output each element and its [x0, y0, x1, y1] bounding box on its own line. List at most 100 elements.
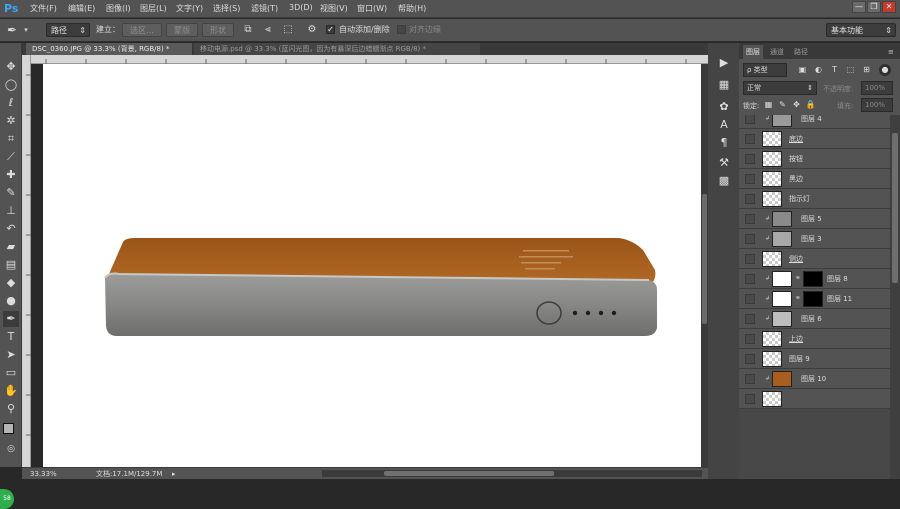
pen-icon[interactable]: ✒ — [6, 24, 18, 36]
path-operations-icon[interactable]: ⧉ — [242, 24, 254, 36]
menu-filter[interactable]: 滤镜(T) — [251, 3, 278, 14]
paragraph-icon[interactable]: ¶ — [716, 135, 732, 151]
gear-icon[interactable]: ⚙ — [306, 24, 318, 36]
opacity-field[interactable]: 100% — [861, 81, 893, 95]
pen-tool-icon[interactable]: ✒ — [3, 311, 19, 327]
visibility-toggle[interactable] — [745, 214, 755, 224]
layer-row[interactable]: 底边 — [739, 129, 890, 149]
type-tool-icon[interactable]: T — [3, 329, 19, 345]
menu-image[interactable]: 图像(I) — [106, 3, 131, 14]
visibility-toggle[interactable] — [745, 154, 755, 164]
layer-row[interactable]: 黑边 — [739, 169, 890, 189]
filter-toggle-icon[interactable]: ● — [879, 64, 891, 76]
rectangle-tool-icon[interactable]: ▭ — [3, 365, 19, 381]
move-tool-icon[interactable]: ✥ — [3, 59, 19, 75]
tab-layers[interactable]: 图层 — [743, 45, 763, 59]
path-arrangement-icon[interactable]: ⬚ — [282, 24, 294, 36]
layer-row[interactable]: ↲ ⚭ 图层 11 — [739, 289, 890, 309]
layer-row[interactable]: 侧边 — [739, 249, 890, 269]
fill-field[interactable]: 100% — [861, 98, 893, 112]
layer-name[interactable]: 按钮 — [789, 154, 803, 164]
document-canvas[interactable] — [43, 64, 701, 467]
blend-mode-select[interactable]: 正常 ⇕ — [743, 81, 817, 95]
menu-window[interactable]: 窗口(W) — [357, 3, 387, 14]
history-brush-tool-icon[interactable]: ↶ — [3, 221, 19, 237]
layer-row[interactable]: ↲ 图层 4 — [739, 115, 890, 129]
layer-row[interactable]: 上边 — [739, 329, 890, 349]
visibility-toggle[interactable] — [745, 234, 755, 244]
layer-row[interactable]: 按钮 — [739, 149, 890, 169]
align-edges-checkbox[interactable] — [397, 25, 406, 34]
visibility-toggle[interactable] — [745, 334, 755, 344]
hand-tool-icon[interactable]: ✋ — [3, 383, 19, 399]
brush-tool-icon[interactable]: ✎ — [3, 185, 19, 201]
shape-filter-icon[interactable]: ⬚ — [845, 64, 856, 75]
crop-tool-icon[interactable]: ⌗ — [3, 131, 19, 147]
layer-mask-thumbnail[interactable] — [803, 291, 823, 307]
panel-menu-icon[interactable]: ≡ — [885, 45, 897, 59]
layer-list-scrollbar[interactable] — [890, 115, 900, 479]
blur-tool-icon[interactable]: ◆ — [3, 275, 19, 291]
swatches-icon[interactable]: ▩ — [716, 173, 732, 189]
minimize-button[interactable]: — — [852, 1, 866, 13]
zoom-tool-icon[interactable]: ⚲ — [3, 401, 19, 417]
layer-name[interactable]: 上边 — [789, 334, 803, 344]
menu-3d[interactable]: 3D(D) — [289, 3, 313, 12]
selection-button[interactable]: 选区... — [122, 23, 162, 37]
layer-name[interactable]: 黑边 — [789, 174, 803, 184]
tool-presets-icon[interactable]: ⚒ — [716, 155, 732, 171]
visibility-toggle[interactable] — [745, 174, 755, 184]
layer-name[interactable]: 图层 8 — [827, 274, 848, 284]
horizontal-scrollbar[interactable] — [322, 470, 702, 477]
palette-icon[interactable]: ✿ — [716, 99, 732, 115]
lock-pixels-icon[interactable]: ✎ — [777, 99, 788, 110]
layer-row[interactable]: 指示灯 — [739, 189, 890, 209]
close-button[interactable]: ✕ — [882, 1, 896, 13]
visibility-toggle[interactable] — [745, 394, 755, 404]
history-icon[interactable]: ▦ — [716, 77, 732, 93]
layer-name[interactable]: 图层 3 — [801, 234, 822, 244]
layer-name[interactable]: 图层 5 — [801, 214, 822, 224]
foreground-color-swatch[interactable] — [3, 423, 14, 434]
layer-name[interactable]: 图层 11 — [827, 294, 852, 304]
menu-select[interactable]: 选择(S) — [213, 3, 240, 14]
tab-document-1[interactable]: DSC_0360.JPG @ 33.3% (背景, RGB/8) * — [26, 43, 192, 55]
adjustment-filter-icon[interactable]: ◐ — [813, 64, 824, 75]
layer-filter-select[interactable]: ρ 类型 — [743, 63, 787, 77]
layer-name[interactable]: 侧边 — [789, 254, 803, 264]
chevron-down-icon[interactable]: ▾ — [20, 24, 32, 36]
visibility-toggle[interactable] — [745, 134, 755, 144]
dodge-tool-icon[interactable]: ● — [3, 293, 19, 309]
layer-row[interactable]: 图层 9 — [739, 349, 890, 369]
zoom-level[interactable]: 33.33% — [30, 469, 57, 479]
layer-row[interactable]: ↲ 图层 6 — [739, 309, 890, 329]
visibility-toggle[interactable] — [745, 294, 755, 304]
quick-mask-icon[interactable]: ◎ — [3, 441, 19, 457]
menu-type[interactable]: 文字(Y) — [176, 3, 203, 14]
gradient-tool-icon[interactable]: ▤ — [3, 257, 19, 273]
visibility-toggle[interactable] — [745, 274, 755, 284]
workspace-select[interactable]: 基本功能 ⇕ — [826, 23, 896, 37]
layer-name[interactable]: 图层 9 — [789, 354, 810, 364]
tab-document-2[interactable]: 移动电源.psd @ 33.3% (蓝闪光图，因为有暴深后边蜡蠕渐点 RGB/8… — [194, 43, 480, 55]
scroll-thumb[interactable] — [384, 471, 554, 476]
mask-button[interactable]: 蒙版 — [166, 23, 198, 37]
path-alignment-icon[interactable]: ⫷ — [262, 24, 274, 36]
tab-paths[interactable]: 路径 — [791, 45, 811, 59]
scroll-thumb[interactable] — [702, 194, 707, 324]
menu-edit[interactable]: 编辑(E) — [68, 3, 95, 14]
visibility-toggle[interactable] — [745, 194, 755, 204]
layer-row[interactable]: ↲ ⚭ 图层 8 — [739, 269, 890, 289]
layer-row[interactable] — [739, 389, 890, 409]
menu-help[interactable]: 帮助(H) — [398, 3, 426, 14]
visibility-toggle[interactable] — [745, 354, 755, 364]
layer-row[interactable]: ↲ 图层 5 — [739, 209, 890, 229]
play-icon[interactable]: ▶ — [716, 55, 732, 71]
layer-name[interactable]: 底边 — [789, 134, 803, 144]
status-menu-arrow-icon[interactable]: ▸ — [172, 469, 176, 479]
visibility-toggle[interactable] — [745, 314, 755, 324]
layer-name[interactable]: 图层 4 — [801, 115, 822, 124]
smart-object-filter-icon[interactable]: ⊞ — [861, 64, 872, 75]
lasso-tool-icon[interactable]: ℓ — [3, 95, 19, 111]
layer-mask-thumbnail[interactable] — [803, 271, 823, 287]
